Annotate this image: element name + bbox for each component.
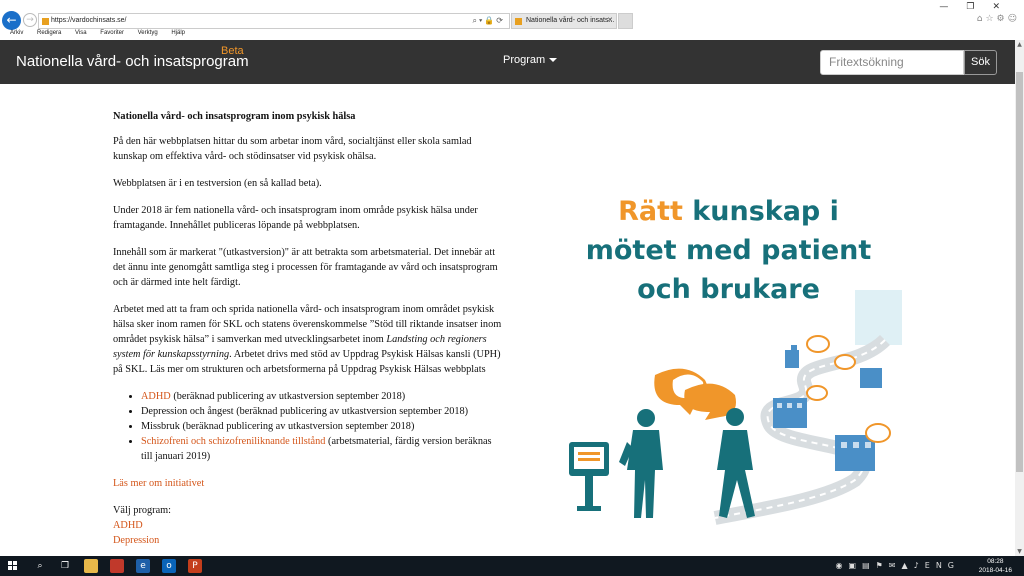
scroll-down-icon[interactable]: ▼ xyxy=(1015,547,1024,556)
draft-paragraph: Innehåll som är markerat "(utkastversion… xyxy=(113,247,498,288)
main-content: Nationella vård- och insatsprogram inom … xyxy=(113,109,503,548)
search-input[interactable]: Fritextsökning xyxy=(820,50,964,75)
menu-redigera[interactable]: Redigera xyxy=(37,30,61,36)
menu-favoriter[interactable]: Favoriter xyxy=(100,30,124,36)
professional-figure-icon xyxy=(717,408,755,518)
new-tab-button[interactable] xyxy=(618,13,633,29)
back-button[interactable]: ← xyxy=(2,11,21,30)
program-menu[interactable]: Program xyxy=(503,54,558,66)
tab-title: Nationella vård- och insats... xyxy=(526,17,615,24)
task-view-icon[interactable]: ❐ xyxy=(58,559,72,573)
list-item-text: (beräknad publicering av utkastversion s… xyxy=(170,391,406,402)
choose-program-label: Välj program: xyxy=(113,505,172,516)
programs-paragraph: Under 2018 är fem nationella vård- och i… xyxy=(113,205,478,231)
menu-arkiv[interactable]: Arkiv xyxy=(10,30,23,36)
menu-verktyg[interactable]: Verktyg xyxy=(138,30,158,36)
minimize-button[interactable]: — xyxy=(939,2,966,12)
browser-tab[interactable]: Nationella vård- och insats... ✕ xyxy=(511,13,617,29)
page-heading: Nationella vård- och insatsprogram inom … xyxy=(113,111,356,122)
restore-button[interactable]: ❐ xyxy=(966,2,992,12)
chevron-down-icon xyxy=(549,58,558,63)
tab-close-icon[interactable]: ✕ xyxy=(607,14,613,28)
taskbar: ⌕ ❐ e o P ◉▣▤⚑✉▲♪ENG 08:28 2018-04-16 xyxy=(0,556,1024,576)
tab-favicon-icon xyxy=(515,18,522,25)
list-item: Depression och ångest (beräknad publicer… xyxy=(141,404,503,419)
scrollbar-thumb[interactable] xyxy=(1016,72,1023,472)
scroll-up-icon[interactable]: ▲ xyxy=(1015,40,1024,49)
program-menu-label: Program xyxy=(503,54,546,66)
browser-chrome: ← → https://vardochinsats.se/ ⌕▾🔒⟳ Natio… xyxy=(0,0,1024,40)
beta-badge: Beta xyxy=(221,45,244,57)
internet-explorer-icon[interactable]: e xyxy=(136,559,150,573)
window-controls[interactable]: —❐✕ xyxy=(939,2,1018,12)
program-status-list: ADHD (beräknad publicering av utkastvers… xyxy=(141,389,503,464)
hero-graphic xyxy=(569,290,902,525)
close-window-button[interactable]: ✕ xyxy=(992,2,1018,12)
outlook-icon[interactable]: o xyxy=(162,559,176,573)
list-item-text: Depression och ångest (beräknad publicer… xyxy=(141,406,469,417)
scrollbar[interactable]: ▲ ▼ xyxy=(1015,40,1024,556)
address-url: https://vardochinsats.se/ xyxy=(51,17,127,24)
list-item: ADHD (beräknad publicering av utkastvers… xyxy=(141,389,503,404)
system-tray-icons[interactable]: ◉▣▤⚑✉▲♪ENG xyxy=(836,561,960,570)
search-button[interactable]: Sök xyxy=(964,50,997,75)
organization-paragraph: Arbetet med att ta fram och sprida natio… xyxy=(113,302,503,377)
forward-button[interactable]: → xyxy=(23,13,37,27)
address-bar[interactable]: https://vardochinsats.se/ ⌕▾🔒⟳ xyxy=(38,13,510,29)
favicon-icon xyxy=(42,18,49,25)
menu-bar: Arkiv Redigera Visa Favoriter Verktyg Hj… xyxy=(0,30,187,40)
menu-visa[interactable]: Visa xyxy=(75,30,87,36)
powerpoint-icon[interactable]: P xyxy=(188,559,202,573)
adhd-link[interactable]: ADHD xyxy=(141,391,171,402)
kiosk-icon xyxy=(569,442,609,511)
program-link-depression[interactable]: Depression xyxy=(113,533,503,548)
app-icon[interactable] xyxy=(110,559,124,573)
site-title[interactable]: Nationella vård- och insatsprogram xyxy=(16,53,249,70)
clock-date: 2018-04-16 xyxy=(978,567,1012,574)
patient-figure-icon xyxy=(619,409,663,518)
clock[interactable]: 08:28 2018-04-16 xyxy=(979,557,1012,575)
clock-time: 08:28 xyxy=(987,558,1004,565)
hero-illustration: Rätt kunskap i mötet med patient och bru… xyxy=(555,180,902,525)
file-explorer-icon[interactable] xyxy=(84,559,98,573)
search-icon[interactable]: ⌕ xyxy=(33,559,47,573)
read-more-link[interactable]: Läs mer om initiativet xyxy=(113,478,204,489)
home-star-gear-icons[interactable]: ⌂☆⚙☺ xyxy=(977,14,1020,24)
list-item: Missbruk (beräknad publicering av utkast… xyxy=(141,419,503,434)
intro-paragraph: På den här webbplatsen hittar du som arb… xyxy=(113,136,472,162)
menu-hjalp[interactable]: Hjälp xyxy=(171,30,185,36)
beta-paragraph: Webbplatsen är i en testversion (en så k… xyxy=(113,178,322,189)
address-tools-icon[interactable]: ⌕▾🔒⟳ xyxy=(472,14,505,28)
list-item: Schizofreni och schizofreniliknande till… xyxy=(141,434,503,464)
schizofreni-link[interactable]: Schizofreni och schizofreniliknande till… xyxy=(141,436,325,447)
program-link-adhd[interactable]: ADHD xyxy=(113,518,503,533)
list-item-text: Missbruk (beräknad publicering av utkast… xyxy=(141,421,415,432)
windows-start-icon[interactable] xyxy=(8,561,18,571)
